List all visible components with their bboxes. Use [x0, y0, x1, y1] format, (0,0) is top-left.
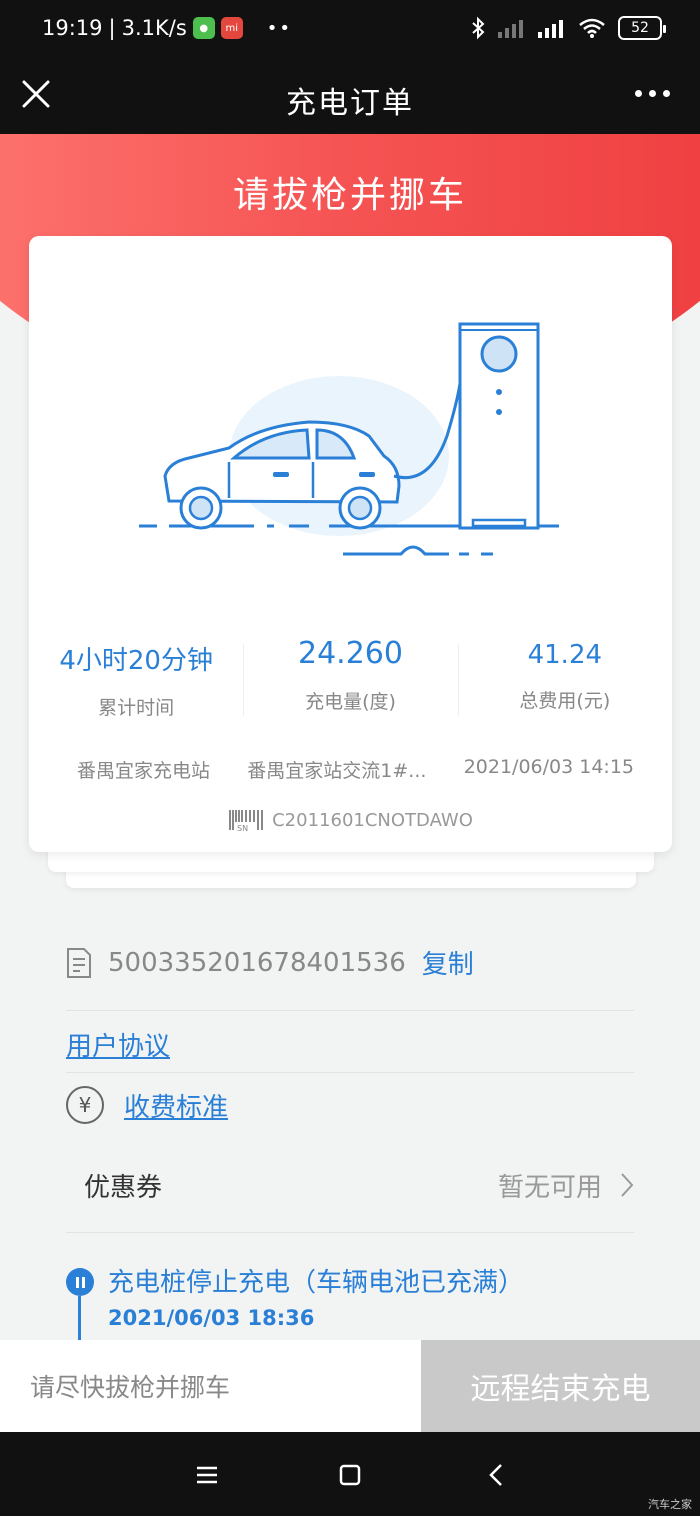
stat-label: 累计时间: [98, 697, 175, 719]
more-menu-icon[interactable]: [635, 90, 670, 97]
stat-value: 24.260: [298, 636, 403, 671]
remote-stop-charging-button[interactable]: 远程结束充电: [421, 1340, 700, 1432]
stat-value: 41.24: [527, 640, 603, 670]
status-left: 19:19 | 3.1K/s ● mi ••: [42, 16, 293, 40]
status-bar: 19:19 | 3.1K/s ● mi •• 52: [0, 0, 700, 62]
charging-stats: 4小时20分钟 累计时间 24.260 充电量(度) 41.24 总费用(元): [29, 636, 672, 726]
barcode-sn-icon: SN: [229, 810, 264, 832]
pile-name: 番禺宜家站交流1#...: [247, 760, 427, 782]
network-speed: 3.1K/s: [121, 16, 187, 40]
divider: [66, 1232, 634, 1233]
pause-icon: [66, 1268, 94, 1296]
more-notifications-icon: ••: [266, 17, 293, 39]
svg-text:SN: SN: [237, 824, 248, 832]
status-right: 52: [470, 16, 666, 40]
status-time: 19:19: [42, 16, 103, 40]
stat-energy: 24.260 充电量(度): [243, 636, 457, 726]
start-datetime: 2021/06/03 14:15: [463, 756, 634, 778]
signal-weak-icon: [498, 20, 523, 38]
yen-icon: ¥: [66, 1086, 104, 1124]
car-charging-illustration: [139, 322, 559, 556]
order-number: 500335201678401536: [108, 947, 406, 978]
nav-bar: 充电订单: [0, 62, 700, 134]
divider: [66, 1010, 634, 1011]
user-agreement-row: 用户协议: [66, 1026, 170, 1063]
coupon-value: 暂无可用: [498, 1167, 634, 1204]
wifi-icon: [579, 18, 605, 38]
user-agreement-link[interactable]: 用户协议: [66, 1032, 170, 1062]
menu-icon[interactable]: [192, 1460, 222, 1490]
bluetooth-icon: [472, 16, 485, 40]
bottom-hint: 请尽快拔枪并挪车: [0, 1340, 421, 1432]
station-info: 番禺宜家充电站 番禺宜家站交流1#... 2021/06/03 14:15: [29, 756, 672, 783]
banner-title: 请拔枪并挪车: [232, 175, 467, 216]
copy-button[interactable]: 复制: [422, 944, 474, 981]
coupon-label: 优惠券: [84, 1172, 163, 1203]
system-nav-bar: 汽车之家: [0, 1432, 700, 1516]
mi-icon: mi: [220, 17, 243, 39]
stat-label: 总费用(元): [519, 690, 611, 712]
coupon-row[interactable]: 优惠券 暂无可用: [66, 1150, 634, 1220]
divider: [66, 1072, 634, 1073]
timeline-time: 2021/06/03 18:36: [108, 1306, 315, 1330]
fee-standard-link[interactable]: 收费标准: [124, 1087, 228, 1124]
fee-standard-row: ¥ 收费标准: [66, 1086, 228, 1124]
stat-cost: 41.24 总费用(元): [457, 636, 672, 726]
serial-number: SN C2011601CNOTDAWO: [29, 808, 672, 832]
order-number-row: 500335201678401536 复制: [66, 944, 474, 981]
battery-icon: 52: [618, 16, 666, 40]
timeline-line: [78, 1296, 81, 1346]
document-icon: [67, 947, 91, 978]
watermark: 汽车之家: [648, 1498, 692, 1511]
wechat-icon: ●: [192, 17, 215, 39]
order-summary-card: 4小时20分钟 累计时间 24.260 充电量(度) 41.24 总费用(元) …: [29, 236, 672, 852]
station-name: 番禺宜家充电站: [77, 760, 211, 782]
page-title: 充电订单: [286, 86, 414, 121]
timeline-event: 充电桩停止充电（车辆电池已充满）: [108, 1268, 525, 1298]
stat-duration: 4小时20分钟 累计时间: [29, 636, 243, 726]
signal-icon: [538, 20, 563, 38]
bottom-action-bar: 请尽快拔枪并挪车 远程结束充电: [0, 1340, 700, 1432]
chevron-right-icon: [621, 1173, 634, 1197]
home-icon[interactable]: [335, 1460, 365, 1490]
back-icon[interactable]: [482, 1460, 512, 1490]
sn-code: C2011601CNOTDAWO: [272, 809, 473, 831]
stat-label: 充电量(度): [305, 691, 396, 713]
stat-value: 4小时20分钟: [59, 646, 213, 676]
